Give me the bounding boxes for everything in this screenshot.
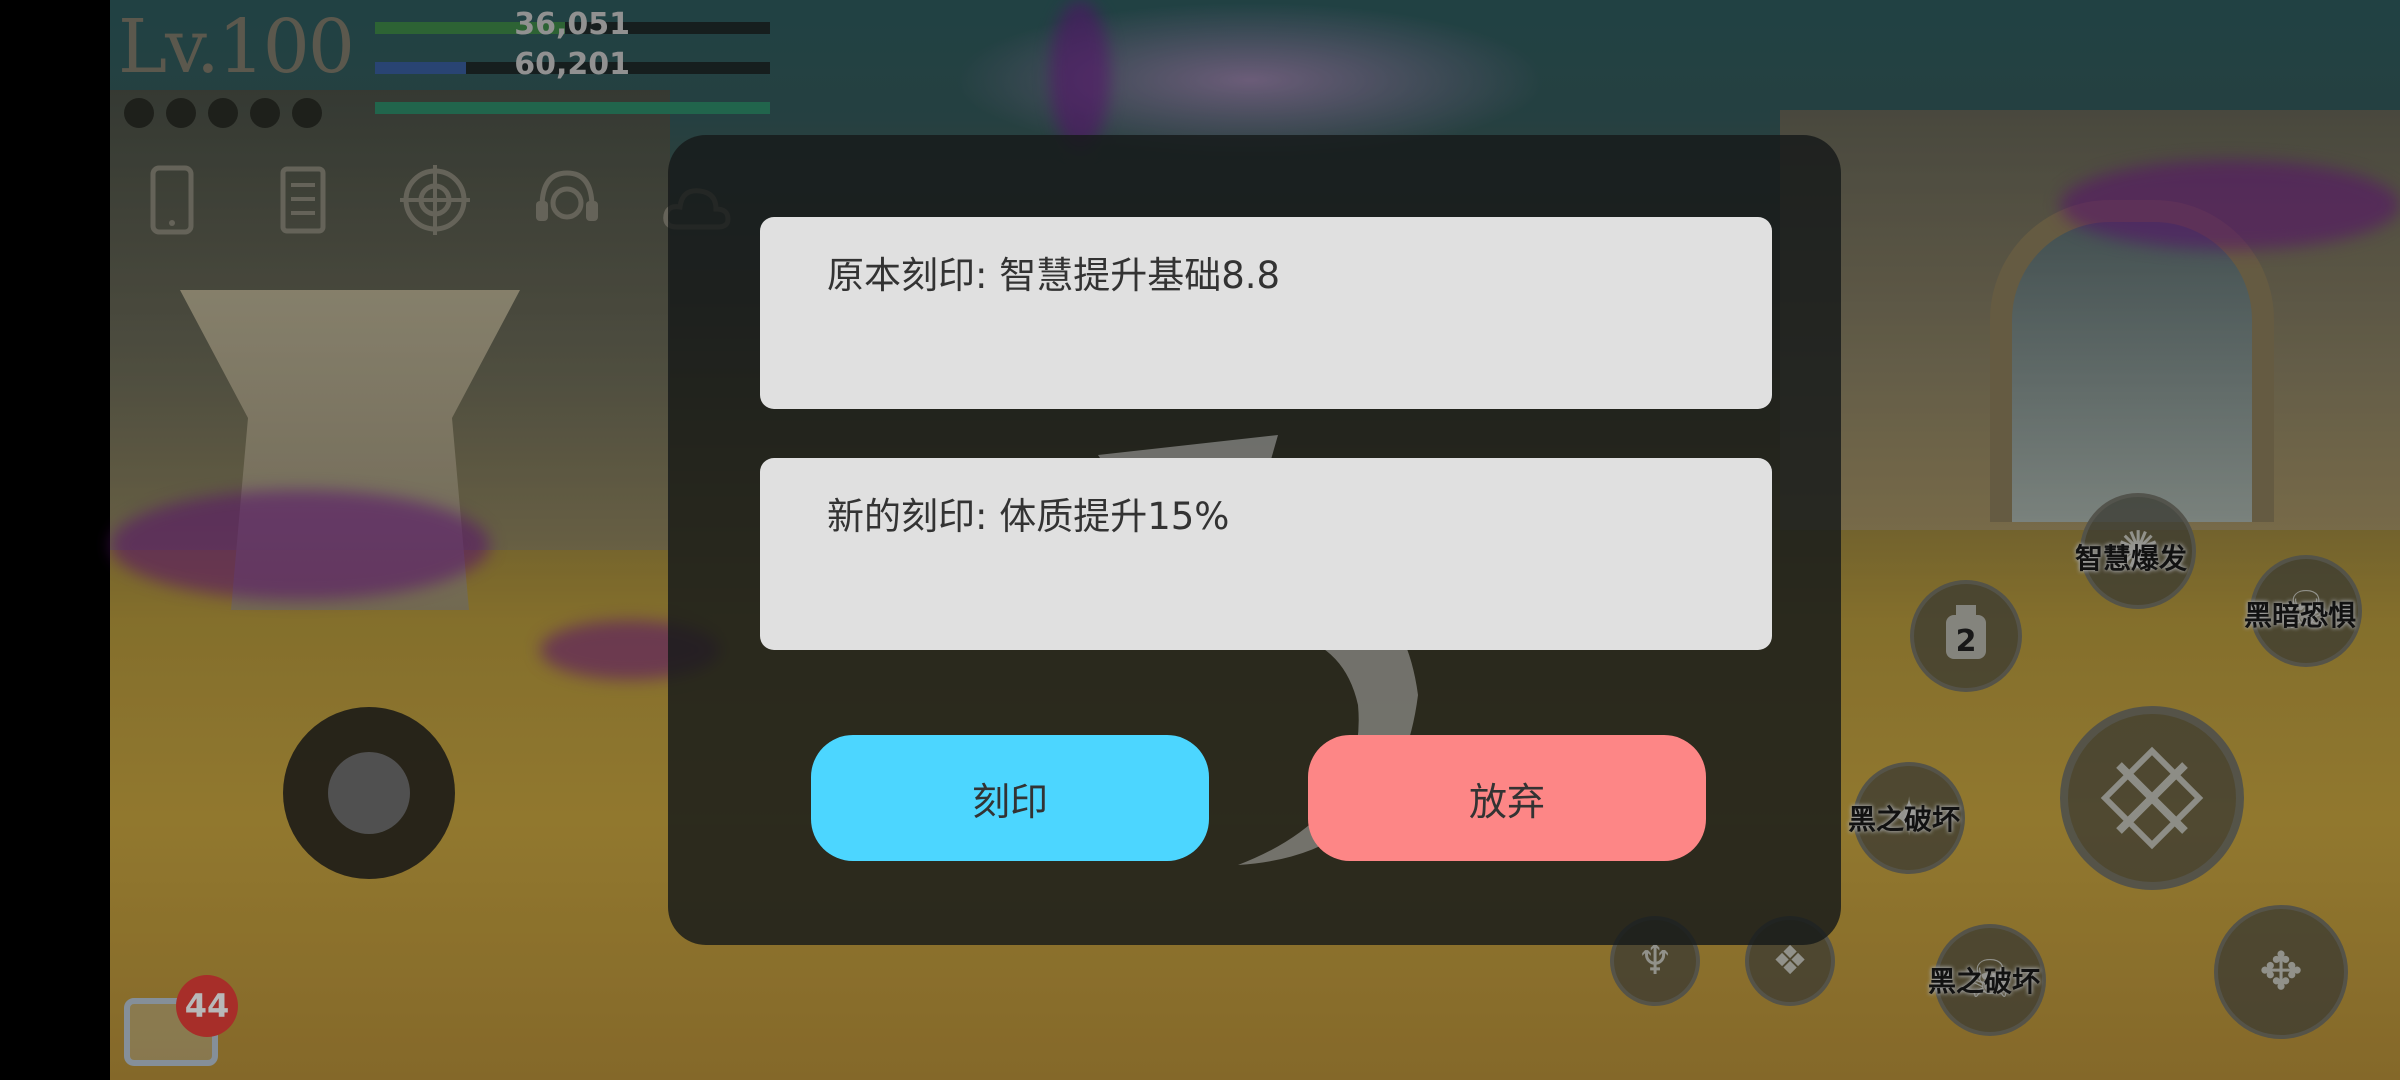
original-engraving-text: 原本刻印: 智慧提升基础8.8 xyxy=(827,254,1281,297)
engrave-button[interactable]: 刻印 xyxy=(811,735,1209,861)
new-engraving-text: 新的刻印: 体质提升15% xyxy=(827,495,1230,538)
engrave-dialog: 原本刻印: 智慧提升基础8.8 新的刻印: 体质提升15% 刻印 放弃 xyxy=(668,135,1841,945)
original-engraving-box: 原本刻印: 智慧提升基础8.8 xyxy=(760,217,1772,409)
abandon-button[interactable]: 放弃 xyxy=(1308,735,1706,861)
new-engraving-box: 新的刻印: 体质提升15% xyxy=(760,458,1772,650)
